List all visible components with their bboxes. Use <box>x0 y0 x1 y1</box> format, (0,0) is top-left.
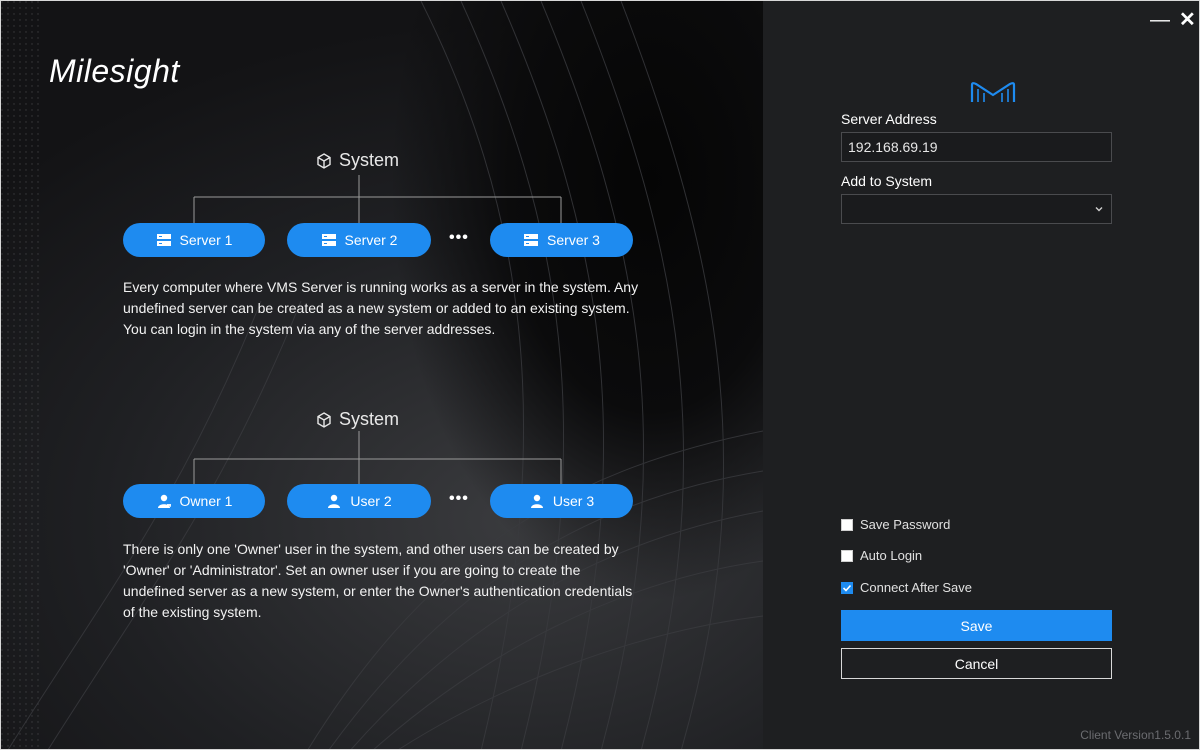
checkbox-box[interactable] <box>841 581 853 594</box>
connect-after-save-checkbox[interactable]: Connect After Save <box>841 580 972 595</box>
auto-login-label: Auto Login <box>860 548 923 563</box>
server-node: Server 3 <box>490 223 633 257</box>
server-address-label: Server Address <box>841 111 937 127</box>
server-address-input[interactable]: 192.168.69.19 <box>841 132 1112 162</box>
user-node: User 3 <box>490 484 633 518</box>
app-window: Milesight System Server 1 Server 2 ••• S… <box>0 0 1200 750</box>
server-icon <box>321 234 336 246</box>
user-node: User 2 <box>287 484 431 518</box>
close-button[interactable]: ✕ <box>1179 7 1196 32</box>
checkmark-icon <box>842 584 852 592</box>
user-icon <box>530 494 543 508</box>
system-cube-icon <box>317 152 331 169</box>
server-node: Server 2 <box>287 223 431 257</box>
save-password-label: Save Password <box>860 517 951 532</box>
checkbox-box[interactable] <box>841 518 853 531</box>
auto-login-checkbox[interactable]: Auto Login <box>841 548 922 563</box>
system-title-text: System <box>339 409 400 429</box>
server-address-value: 192.168.69.19 <box>848 139 938 155</box>
server-node-label: Server 3 <box>547 232 600 248</box>
diagram-connectors-1 <box>193 175 562 485</box>
minimize-button[interactable]: — <box>1150 9 1170 32</box>
user-node-label: User 3 <box>552 493 595 509</box>
user-node-label: User 2 <box>350 493 392 509</box>
server-icon <box>156 234 171 246</box>
checkbox-box[interactable] <box>841 549 853 562</box>
save-button[interactable]: Save <box>841 610 1112 641</box>
user-node: Owner 1 <box>123 484 265 518</box>
milesight-mark-icon <box>970 82 1016 102</box>
server-node: Server 1 <box>123 223 265 257</box>
chevron-down-icon <box>1095 207 1103 212</box>
system-title-text: System <box>339 150 400 170</box>
system-title-1: System <box>315 150 399 171</box>
system-cube-icon <box>317 411 331 428</box>
user-node-label: Owner 1 <box>179 493 233 509</box>
ellipsis-dots: ••• <box>449 229 469 246</box>
info-panel: Milesight System Server 1 Server 2 ••• S… <box>1 1 763 749</box>
owner-user-icon <box>157 494 171 508</box>
server-node-label: Server 1 <box>179 232 233 248</box>
client-version: Client Version1.5.0.1 <box>1080 728 1191 742</box>
connect-after-save-label: Connect After Save <box>860 580 973 595</box>
server-description: Every computer where VMS Server is runni… <box>123 279 639 337</box>
add-to-system-select[interactable] <box>841 194 1112 224</box>
cancel-button[interactable]: Cancel <box>841 648 1112 679</box>
server-node-label: Server 2 <box>344 232 398 248</box>
ellipsis-dots: ••• <box>449 490 469 507</box>
user-description: There is only one 'Owner' user in the sy… <box>123 541 633 620</box>
add-to-system-label: Add to System <box>841 173 933 189</box>
system-title-2: System <box>315 409 399 430</box>
user-icon <box>328 494 341 508</box>
server-icon <box>524 234 539 246</box>
save-password-checkbox[interactable]: Save Password <box>841 517 950 532</box>
